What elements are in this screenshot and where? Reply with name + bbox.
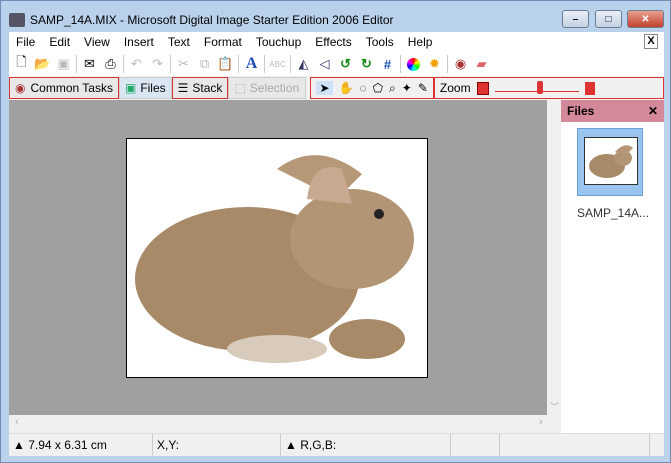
menu-file[interactable]: File <box>9 35 42 49</box>
zoom-in-button[interactable] <box>584 81 595 95</box>
zoom-slider[interactable] <box>494 81 579 95</box>
close-document-button[interactable]: X <box>644 34 658 49</box>
rabbit-image <box>126 138 428 378</box>
minimize-button[interactable]: – <box>562 10 589 28</box>
menu-view[interactable]: View <box>77 35 117 49</box>
zoom-group: Zoom <box>433 77 664 99</box>
copy-icon[interactable]: ⧉ <box>196 56 213 73</box>
common-tasks-button[interactable]: ◉ Common Tasks <box>9 77 119 99</box>
status-xy: X,Y: <box>153 434 281 456</box>
spellcheck-icon[interactable]: ABC <box>269 56 286 73</box>
menu-edit[interactable]: Edit <box>42 35 77 49</box>
menu-help[interactable]: Help <box>401 35 440 49</box>
file-thumbnail[interactable] <box>577 128 643 196</box>
email-icon[interactable]: ✉ <box>81 56 98 73</box>
selection-label: Selection <box>249 81 300 95</box>
tool-group: ➤ ✋ ◌ ⬠ ⌕ ✦ ✎ <box>310 77 434 99</box>
maximize-button[interactable]: □ <box>595 10 622 28</box>
task-bar: ◉ Common Tasks ▣ Files ☰ Stack ⬚ Selection ➤… <box>9 76 664 100</box>
eye-icon: ◉ <box>15 81 26 95</box>
redo-icon[interactable]: ↷ <box>149 56 166 73</box>
files-panel: Files ✕ SAMP_14A... <box>561 100 664 433</box>
magic-wand-icon[interactable]: ✦ <box>402 81 412 95</box>
menu-touchup[interactable]: Touchup <box>249 35 308 49</box>
open-icon[interactable]: 📂 <box>34 56 51 73</box>
menu-format[interactable]: Format <box>197 35 249 49</box>
print-icon[interactable]: ⎙ <box>102 56 119 73</box>
files-panel-header: Files ✕ <box>561 100 664 122</box>
picture-icon: ▣ <box>124 81 137 95</box>
stack-button[interactable]: ☰ Stack <box>171 77 229 99</box>
rotate-left-icon[interactable]: ↺ <box>337 56 354 73</box>
menu-bar: File Edit View Insert Text Format Touchu… <box>9 32 664 52</box>
status-cell <box>451 434 500 456</box>
files-panel-title: Files <box>567 104 595 118</box>
horizontal-scrollbar[interactable]: ‹ › <box>9 415 561 433</box>
status-cell <box>500 434 650 456</box>
status-size: ▲ 7.94 x 6.31 cm <box>9 434 153 456</box>
freeform-select-icon[interactable]: ⬠ <box>373 81 383 95</box>
resize-grip[interactable] <box>650 434 664 456</box>
brush-icon[interactable]: ✎ <box>418 81 428 95</box>
pointer-icon[interactable]: ➤ <box>316 81 333 95</box>
menu-text[interactable]: Text <box>161 35 197 49</box>
common-tasks-label: Common Tasks <box>30 81 113 95</box>
zoom-label: Zoom <box>439 81 471 95</box>
paste-icon[interactable]: 📋 <box>217 56 234 73</box>
eraser-icon[interactable]: ▰ <box>473 56 490 73</box>
hand-icon[interactable]: ✋ <box>339 81 354 95</box>
menu-insert[interactable]: Insert <box>117 35 161 49</box>
lasso-icon[interactable]: ◌ <box>359 81 366 95</box>
window-title: SAMP_14A.MIX - Microsoft Digital Image S… <box>30 13 394 27</box>
stack-label: Stack <box>192 81 223 95</box>
status-bar: ▲ 7.94 x 6.31 cm X,Y: ▲ R,G,B: <box>9 433 664 456</box>
title-bar: SAMP_14A.MIX - Microsoft Digital Image S… <box>9 10 394 30</box>
flip-icon[interactable]: ◭ <box>295 56 312 73</box>
save-icon[interactable]: ▣ <box>55 56 72 73</box>
file-name: SAMP_14A... <box>577 206 650 220</box>
files-label: Files <box>140 81 166 95</box>
stack-icon: ☰ <box>177 81 189 95</box>
cut-icon[interactable]: ✂ <box>175 56 192 73</box>
menu-tools[interactable]: Tools <box>359 35 401 49</box>
selection-icon: ⬚ <box>234 81 246 95</box>
text-icon[interactable]: A <box>243 55 260 73</box>
files-button[interactable]: ▣ Files <box>118 77 172 99</box>
selection-button[interactable]: ⬚ Selection <box>228 77 307 99</box>
rotate-icon[interactable]: ◁ <box>316 56 333 73</box>
zoom-tool-icon[interactable]: ⌕ <box>389 81 396 96</box>
files-panel-close[interactable]: ✕ <box>648 104 658 118</box>
zoom-out-button[interactable] <box>476 81 489 95</box>
menu-effects[interactable]: Effects <box>308 35 358 49</box>
red-eye-icon[interactable]: ◉ <box>452 56 469 73</box>
undo-icon[interactable]: ↶ <box>128 56 145 73</box>
app-icon <box>9 13 25 27</box>
close-button[interactable]: ✕ <box>627 10 664 28</box>
vertical-scrollbar[interactable]: ﹀ <box>547 100 561 415</box>
color-icon[interactable] <box>405 56 422 73</box>
toolbar: 🗋 📂 ▣ ✉ ⎙ ↶ ↷ ✂ ⧉ 📋 A ABC ◭ ◁ ↺ ↻ # ✹ ◉ … <box>9 52 664 76</box>
status-rgb: ▲ R,G,B: <box>281 434 451 456</box>
app-window: SAMP_14A.MIX - Microsoft Digital Image S… <box>0 0 671 463</box>
rotate-right-icon[interactable]: ↻ <box>358 56 375 73</box>
new-icon[interactable]: 🗋 <box>13 54 30 73</box>
image-canvas[interactable] <box>9 100 547 415</box>
zoom-slider-thumb[interactable] <box>537 81 544 94</box>
brightness-icon[interactable]: ✹ <box>426 56 443 73</box>
crop-icon[interactable]: # <box>379 56 396 73</box>
